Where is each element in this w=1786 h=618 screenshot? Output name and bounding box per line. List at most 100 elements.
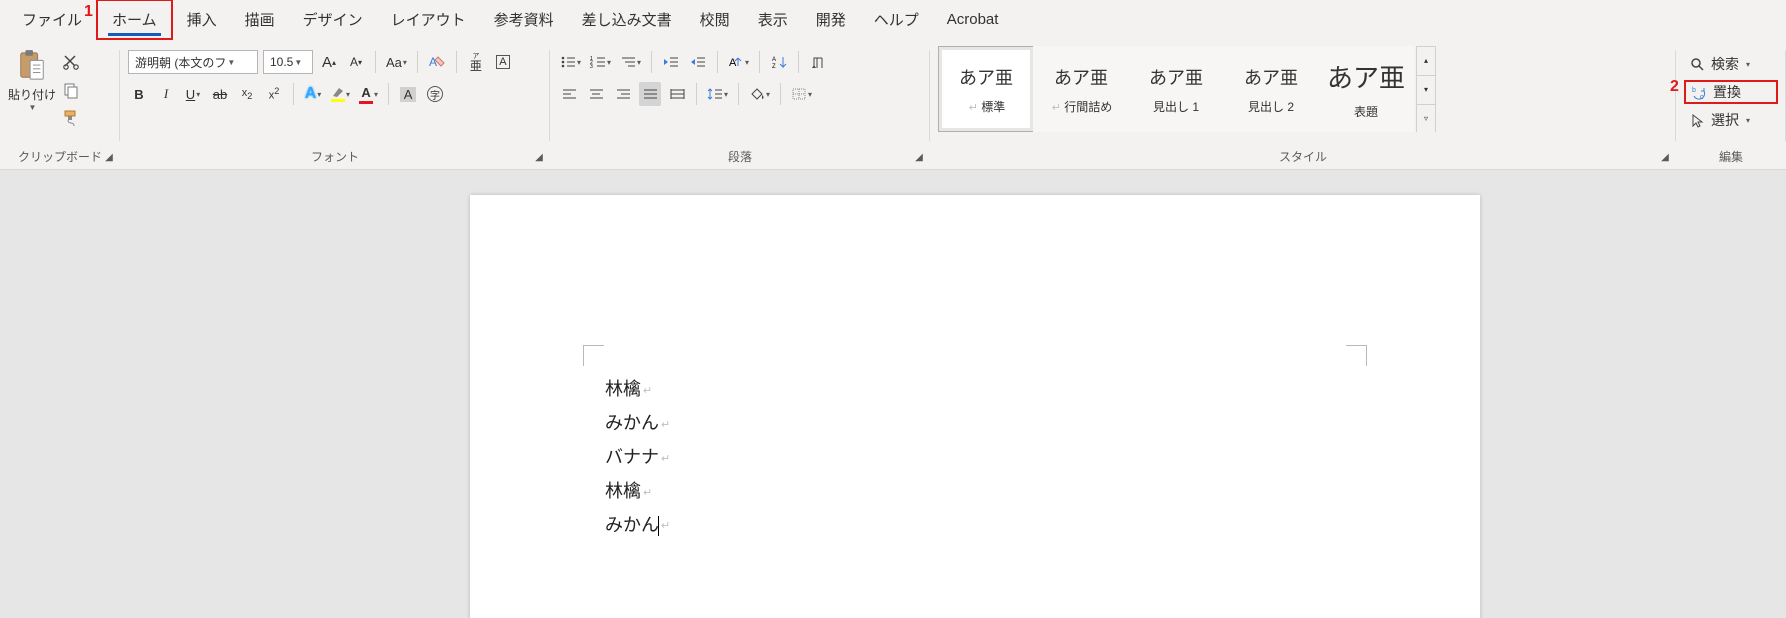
group-font: 游明朝 (本文のフ▼ 10.5▼ A▴ A▾ Aa▾ A ア 亜 A B I (120, 40, 550, 169)
gallery-more[interactable]: ▿ (1417, 104, 1435, 133)
clipboard-launcher[interactable]: ◢ (102, 151, 116, 165)
document-body[interactable]: 林檎↵ みかん↵ バナナ↵ 林檎↵ みかん↵ (605, 373, 670, 542)
tab-review[interactable]: 校閲 (686, 1, 744, 38)
paragraph[interactable]: 林檎↵ (605, 373, 670, 407)
tab-layout[interactable]: レイアウト (377, 1, 480, 38)
strikethrough-button[interactable]: ab (209, 82, 231, 106)
font-launcher[interactable]: ◢ (532, 151, 546, 165)
text-direction-button[interactable]: A▾ (726, 50, 751, 74)
borders-icon (791, 87, 807, 101)
paragraph[interactable]: みかん↵ (605, 407, 670, 441)
separator (375, 51, 376, 73)
style-name: ↵ 行間詰め (1050, 98, 1113, 115)
pilcrow-icon (810, 54, 826, 70)
find-button[interactable]: 検索 ▾ (1684, 52, 1778, 76)
style-name: 表題 (1354, 103, 1378, 120)
tab-mailings[interactable]: 差し込み文書 (568, 1, 686, 38)
underline-button[interactable]: U▾ (182, 82, 204, 106)
style-gallery-scroll: ▴ ▾ ▿ (1416, 46, 1436, 132)
chevron-down-icon: ▼ (28, 103, 37, 112)
select-button[interactable]: 選択 ▾ (1684, 108, 1778, 132)
style-normal[interactable]: あア亜 ↵ 標準 (938, 46, 1034, 132)
para-launcher[interactable]: ◢ (912, 151, 926, 165)
tab-file[interactable]: ファイル (8, 1, 96, 38)
align-justify-icon (642, 87, 658, 101)
bold-button[interactable]: B (128, 82, 150, 106)
grow-font-icon: A (322, 54, 332, 71)
superscript-button[interactable]: x2 (263, 82, 285, 106)
highlight-button[interactable]: ▾ (329, 82, 352, 106)
gallery-up[interactable]: ▴ (1417, 47, 1435, 75)
separator (651, 51, 652, 73)
copy-button[interactable] (60, 78, 82, 102)
grow-font-button[interactable]: A▴ (318, 50, 340, 74)
line-spacing-button[interactable]: ▾ (705, 82, 730, 106)
show-marks-button[interactable] (807, 50, 829, 74)
gallery-down[interactable]: ▾ (1417, 75, 1435, 104)
align-right-button[interactable] (612, 82, 634, 106)
document-area[interactable]: 林檎↵ みかん↵ バナナ↵ 林檎↵ みかん↵ (0, 170, 1786, 618)
tab-references[interactable]: 参考資料 (480, 1, 568, 38)
enclose-button[interactable]: 字 (424, 82, 446, 106)
style-title[interactable]: あア亜 表題 (1318, 46, 1414, 132)
tab-insert[interactable]: 挿入 (173, 1, 231, 38)
decrease-indent-button[interactable] (660, 50, 682, 74)
style-heading2[interactable]: あア亜 見出し 2 (1223, 46, 1319, 132)
enclose-char-button[interactable]: A (492, 50, 514, 74)
paragraph[interactable]: バナナ↵ (605, 441, 670, 475)
align-center-button[interactable] (585, 82, 607, 106)
shrink-font-button[interactable]: A▾ (345, 50, 367, 74)
font-name-combo[interactable]: 游明朝 (本文のフ▼ (128, 50, 258, 74)
font-color-icon: A (359, 85, 373, 104)
tab-acrobat[interactable]: Acrobat (933, 3, 1013, 36)
text-effects-icon: A (305, 85, 317, 103)
shading-button[interactable]: ▾ (747, 82, 772, 106)
styles-launcher[interactable]: ◢ (1658, 151, 1672, 165)
align-justify-button[interactable] (639, 82, 661, 106)
tab-design[interactable]: デザイン (289, 1, 377, 38)
numbering-button[interactable]: 123▾ (588, 50, 613, 74)
separator (738, 83, 739, 105)
phonetic-guide-button[interactable]: ア 亜 (465, 50, 487, 74)
tab-developer[interactable]: 開発 (802, 1, 860, 38)
page[interactable]: 林檎↵ みかん↵ バナナ↵ 林檎↵ みかん↵ (470, 195, 1480, 618)
copy-icon (62, 81, 80, 99)
style-heading1[interactable]: あア亜 見出し 1 (1128, 46, 1224, 132)
tab-home[interactable]: 1 ホーム (96, 0, 173, 40)
style-preview: あア亜 (1327, 58, 1405, 95)
tab-draw[interactable]: 描画 (231, 1, 289, 38)
enclose-icon: 字 (427, 86, 443, 102)
distribute-button[interactable] (666, 82, 688, 106)
cursor-icon (1690, 113, 1705, 128)
font-color-button[interactable]: A▾ (357, 82, 380, 106)
sort-button[interactable]: AZ (768, 50, 790, 74)
paste-label: 貼り付け (8, 86, 56, 103)
font-size-combo[interactable]: 10.5▼ (263, 50, 313, 74)
cut-button[interactable] (60, 50, 82, 74)
clear-format-button[interactable]: A (426, 50, 448, 74)
highlight-icon (331, 86, 345, 102)
align-left-button[interactable] (558, 82, 580, 106)
paragraph[interactable]: みかん↵ (605, 509, 670, 543)
increase-indent-button[interactable] (687, 50, 709, 74)
chevron-down-icon: ▾ (1745, 60, 1750, 69)
bucket-icon (749, 87, 765, 101)
scissors-icon (62, 53, 80, 71)
italic-button[interactable]: I (155, 82, 177, 106)
subscript-button[interactable]: x2 (236, 82, 258, 106)
style-nospacing[interactable]: あア亜 ↵ 行間詰め (1033, 46, 1129, 132)
char-shading-button[interactable]: A (397, 82, 419, 106)
style-preview: あア亜 (959, 64, 1013, 90)
tab-help[interactable]: ヘルプ (860, 1, 933, 38)
multilevel-button[interactable]: ▾ (618, 50, 643, 74)
paragraph[interactable]: 林檎↵ (605, 475, 670, 509)
tab-view[interactable]: 表示 (744, 1, 802, 38)
text-effects-button[interactable]: A▾ (302, 82, 324, 106)
annotation-2: 2 (1670, 78, 1679, 96)
replace-button[interactable]: 2 bc 置換 (1684, 80, 1778, 104)
paste-button[interactable]: 貼り付け ▼ (8, 46, 56, 130)
bullets-button[interactable]: ▾ (558, 50, 583, 74)
borders-button[interactable]: ▾ (789, 82, 814, 106)
change-case-button[interactable]: Aa▾ (384, 50, 409, 74)
format-painter-button[interactable] (60, 106, 82, 130)
